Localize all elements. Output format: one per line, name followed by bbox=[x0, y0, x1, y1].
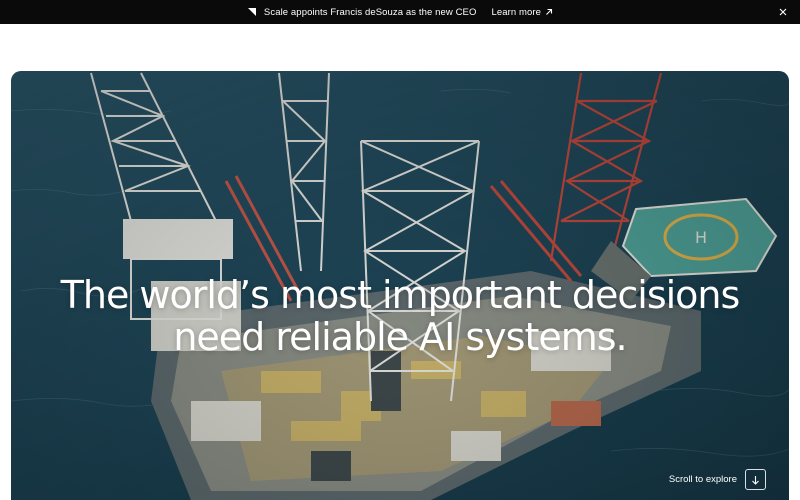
close-button[interactable] bbox=[776, 5, 790, 19]
scroll-down-button[interactable] bbox=[745, 469, 766, 490]
close-icon bbox=[779, 8, 787, 16]
announcement-content: Scale appoints Francis deSouza as the ne… bbox=[247, 7, 553, 18]
arrow-up-right-icon bbox=[546, 8, 553, 15]
announcement-text: Scale appoints Francis deSouza as the ne… bbox=[263, 6, 477, 18]
scroll-to-explore[interactable]: Scroll to explore bbox=[669, 469, 766, 490]
headline-line-1: The world’s most important decisions bbox=[60, 273, 741, 317]
arrow-icon bbox=[247, 8, 256, 17]
scroll-label[interactable]: Scroll to explore bbox=[669, 474, 737, 485]
hero-headline: The world’s most important decisions nee… bbox=[11, 274, 789, 358]
navigation-bar bbox=[0, 24, 800, 70]
learn-more-link[interactable]: Learn more bbox=[491, 7, 553, 18]
learn-more-label[interactable]: Learn more bbox=[491, 7, 541, 18]
headline-line-2: need reliable AI systems. bbox=[173, 315, 627, 359]
hero-section: H The world’s most important decisions n… bbox=[11, 71, 789, 500]
arrow-down-icon bbox=[752, 475, 759, 485]
announcement-bar: Scale appoints Francis deSouza as the ne… bbox=[0, 0, 800, 24]
